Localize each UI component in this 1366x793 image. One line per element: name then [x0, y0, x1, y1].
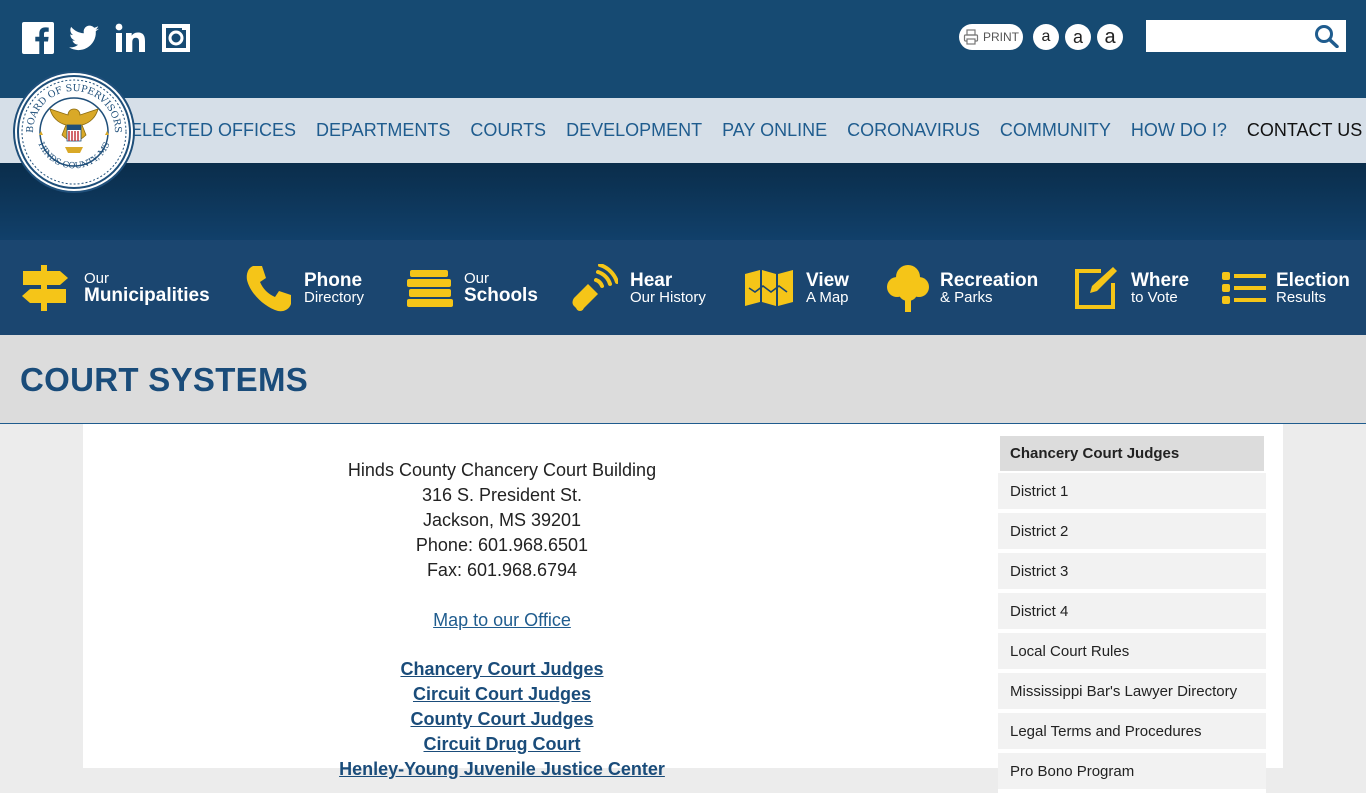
quick-link-schools[interactable]: Our Schools [406, 240, 538, 335]
building-name: Hinds County Chancery Court Building [347, 460, 657, 480]
nav-departments[interactable]: DEPARTMENTS [316, 120, 450, 141]
twitter-link[interactable] [68, 21, 100, 55]
court-links: Chancery Court Judges Circuit Court Judg… [83, 657, 921, 782]
quick-link-big: Schools [464, 284, 538, 306]
street-address: 316 S. President St. [421, 485, 583, 505]
quick-link-small: & Parks [940, 288, 993, 306]
nav-coronavirus[interactable]: CORONAVIRUS [847, 120, 980, 141]
header-bar: PRINT a a a [0, 0, 1366, 98]
twitter-icon [69, 25, 99, 51]
search-icon[interactable] [1314, 24, 1340, 48]
quick-link-big: Where [1131, 269, 1190, 291]
linkedin-link[interactable] [114, 21, 146, 55]
print-label: PRINT [983, 30, 1019, 44]
link-county-court-judges[interactable]: County Court Judges [83, 707, 921, 732]
sidebar-item-district-2[interactable]: District 2 [998, 513, 1266, 553]
nav-community[interactable]: COMMUNITY [1000, 120, 1111, 141]
search-input[interactable] [1146, 20, 1322, 52]
sidebar-heading[interactable]: Chancery Court Judges [998, 434, 1266, 473]
sidebar-item-district-3[interactable]: District 3 [998, 553, 1266, 593]
map-link[interactable]: Map to our Office [433, 608, 571, 633]
county-seal-logo[interactable]: BOARD OF SUPERVISORS HINDS COUNTY, MS [15, 73, 133, 191]
phone-icon [246, 265, 291, 311]
facebook-link[interactable] [22, 21, 54, 55]
instagram-link[interactable] [160, 21, 192, 55]
sidebar-nav: Chancery Court Judges District 1 Distric… [998, 434, 1266, 793]
quick-link-phone-directory[interactable]: Phone Directory [244, 240, 364, 335]
quick-link-small: Our [464, 269, 490, 287]
linkedin-icon [115, 23, 145, 52]
printer-icon [963, 29, 979, 45]
quick-link-history[interactable]: Hear Our History [570, 240, 706, 335]
nav-development[interactable]: DEVELOPMENT [566, 120, 702, 141]
sidebar-item-district-1[interactable]: District 1 [998, 473, 1266, 513]
quick-link-small: Directory [304, 288, 365, 306]
quick-link-election-results[interactable]: Election Results [1222, 240, 1350, 335]
quick-link-map[interactable]: View A Map [744, 240, 849, 335]
quick-link-where-to-vote[interactable]: Where to Vote [1073, 240, 1189, 335]
font-size-small-button[interactable]: a [1033, 24, 1059, 50]
main-nav: ELECTED OFFICES DEPARTMENTS COURTS DEVEL… [0, 98, 1366, 163]
page-title-bar: COURT SYSTEMS [0, 335, 1366, 424]
search-box [1146, 20, 1346, 52]
hero-banner [0, 163, 1366, 240]
print-button[interactable]: PRINT [959, 24, 1023, 50]
list-icon [1222, 271, 1266, 304]
quick-link-small: A Map [806, 288, 849, 306]
sidebar-item-lawyer-directory[interactable]: Mississippi Bar's Lawyer Directory [998, 673, 1266, 713]
signpost-icon [22, 264, 68, 311]
fax-number: Fax: 601.968.6794 [426, 560, 578, 580]
sidebar-item-pro-bono[interactable]: Pro Bono Program [998, 753, 1266, 793]
quick-link-small: Our History [630, 288, 706, 306]
quick-links-bar: Our Municipalities Phone Directory Our S… [0, 240, 1366, 335]
quick-link-big: Election [1276, 269, 1350, 291]
facebook-icon [22, 22, 54, 54]
nav-how-do-i[interactable]: HOW DO I? [1131, 120, 1227, 141]
seal-icon: BOARD OF SUPERVISORS HINDS COUNTY, MS [17, 75, 131, 189]
address-block: Hinds County Chancery Court Building 316… [83, 458, 921, 782]
quick-link-municipalities[interactable]: Our Municipalities [20, 240, 210, 335]
quick-link-small: Results [1276, 288, 1327, 306]
nav-courts[interactable]: COURTS [470, 120, 546, 141]
nav-pay-online[interactable]: PAY ONLINE [722, 120, 827, 141]
instagram-icon [162, 24, 190, 52]
link-circuit-drug-court[interactable]: Circuit Drug Court [83, 732, 921, 757]
tree-icon [887, 264, 929, 312]
megaphone-icon [572, 263, 618, 311]
nav-elected-offices[interactable]: ELECTED OFFICES [130, 120, 296, 141]
map-icon [745, 269, 793, 306]
quick-link-big: Hear [630, 269, 673, 291]
nav-contact-us[interactable]: CONTACT US [1247, 120, 1362, 141]
quick-link-big: Phone [304, 269, 363, 291]
font-size-medium-button[interactable]: a [1065, 24, 1091, 50]
font-size-large-button[interactable]: a [1097, 24, 1123, 50]
city-state-zip: Jackson, MS 39201 [422, 510, 582, 530]
quick-link-small: Our [84, 269, 110, 287]
quick-link-big: Municipalities [84, 284, 210, 306]
quick-link-big: Recreation [940, 269, 1039, 291]
books-icon [407, 269, 453, 307]
quick-link-recreation[interactable]: Recreation & Parks [886, 240, 1038, 335]
quick-link-big: View [806, 269, 849, 291]
phone-number: Phone: 601.968.6501 [415, 535, 589, 555]
sidebar-item-legal-terms[interactable]: Legal Terms and Procedures [998, 713, 1266, 753]
link-circuit-court-judges[interactable]: Circuit Court Judges [83, 682, 921, 707]
link-henley-young[interactable]: Henley-Young Juvenile Justice Center [83, 757, 921, 782]
link-chancery-court-judges[interactable]: Chancery Court Judges [83, 657, 921, 682]
social-links [22, 21, 192, 55]
sidebar-item-district-4[interactable]: District 4 [998, 593, 1266, 633]
quick-link-small: to Vote [1131, 288, 1178, 306]
edit-icon [1075, 266, 1117, 309]
page-title: COURT SYSTEMS [20, 361, 309, 398]
sidebar-item-local-court-rules[interactable]: Local Court Rules [998, 633, 1266, 673]
